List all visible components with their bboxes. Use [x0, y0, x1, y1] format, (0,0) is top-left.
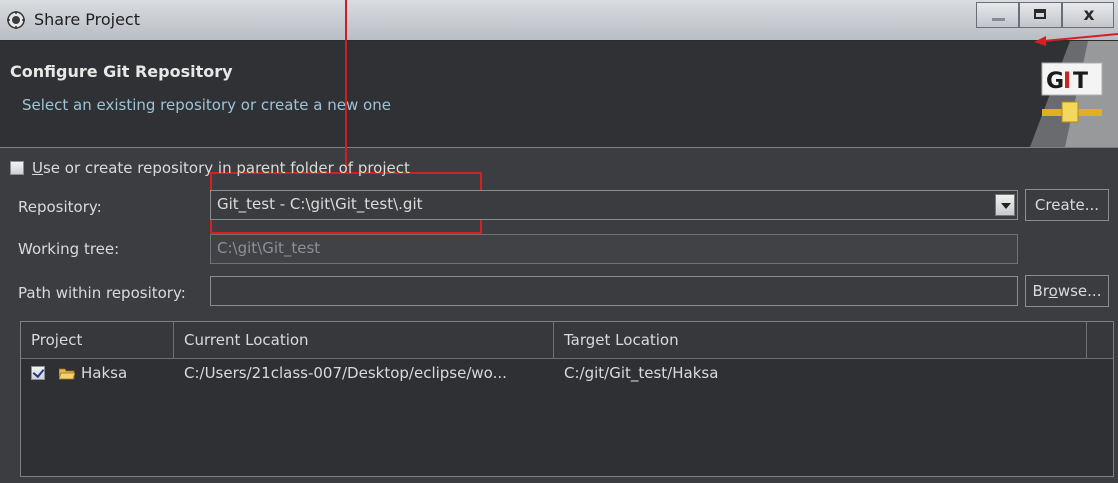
- use-parent-folder-checkbox[interactable]: [10, 161, 24, 175]
- maximize-icon: [1034, 9, 1046, 19]
- path-within-repository-input[interactable]: [210, 276, 1018, 306]
- working-tree-field: C:\git\Git_test: [210, 234, 1018, 264]
- use-parent-folder-option[interactable]: Use or create repository in parent folde…: [10, 159, 410, 177]
- create-button[interactable]: Create...: [1025, 189, 1109, 221]
- path-within-repository-label: Path within repository:: [18, 284, 186, 302]
- table-row[interactable]: Haksa C:/Users/21class-007/Desktop/eclip…: [21, 359, 1113, 387]
- working-tree-label: Working tree:: [18, 240, 120, 258]
- table-header: Project Current Location Target Location: [21, 322, 1113, 359]
- svg-text:G: G: [1046, 69, 1064, 94]
- projects-table: Project Current Location Target Location…: [20, 321, 1114, 477]
- folder-icon: [59, 368, 75, 380]
- repository-select-value: Git_test - C:\git\Git_test\.git: [217, 195, 423, 213]
- target-location: C:/git/Git_test/Haksa: [564, 364, 719, 382]
- wizard-header: Configure Git Repository Select an exist…: [0, 41, 1118, 148]
- page-title: Configure Git Repository: [10, 62, 233, 81]
- browse-button[interactable]: Browse...: [1025, 275, 1109, 307]
- column-header-current-location[interactable]: Current Location: [174, 322, 554, 358]
- window-controls: x: [976, 2, 1114, 28]
- column-header-target-location[interactable]: Target Location: [554, 322, 1087, 358]
- project-name: Haksa: [81, 364, 128, 382]
- annotation-line: [345, 0, 347, 170]
- maximize-button[interactable]: [1019, 2, 1062, 28]
- close-icon: x: [1083, 5, 1095, 25]
- svg-text:T: T: [1073, 69, 1088, 94]
- use-parent-folder-label: Use or create repository in parent folde…: [32, 159, 410, 177]
- column-header-project[interactable]: Project: [21, 322, 174, 358]
- current-location: C:/Users/21class-007/Desktop/eclipse/wo.…: [184, 364, 507, 382]
- window-title: Share Project: [34, 10, 140, 29]
- git-logo-icon: G I T: [1030, 41, 1118, 147]
- repository-label: Repository:: [18, 198, 102, 216]
- close-button[interactable]: x: [1062, 2, 1114, 28]
- repository-select[interactable]: Git_test - C:\git\Git_test\.git: [210, 190, 1018, 220]
- annotation-arrow-icon: [1034, 33, 1118, 46]
- eclipse-icon: [7, 11, 25, 29]
- minimize-button[interactable]: [976, 2, 1019, 28]
- chevron-down-icon[interactable]: [995, 194, 1015, 216]
- page-subtitle: Select an existing repository or create …: [22, 96, 391, 114]
- svg-text:I: I: [1063, 69, 1071, 94]
- minimize-icon: [992, 18, 1005, 21]
- project-checkbox[interactable]: [31, 366, 45, 380]
- title-bar: Share Project x: [0, 0, 1118, 41]
